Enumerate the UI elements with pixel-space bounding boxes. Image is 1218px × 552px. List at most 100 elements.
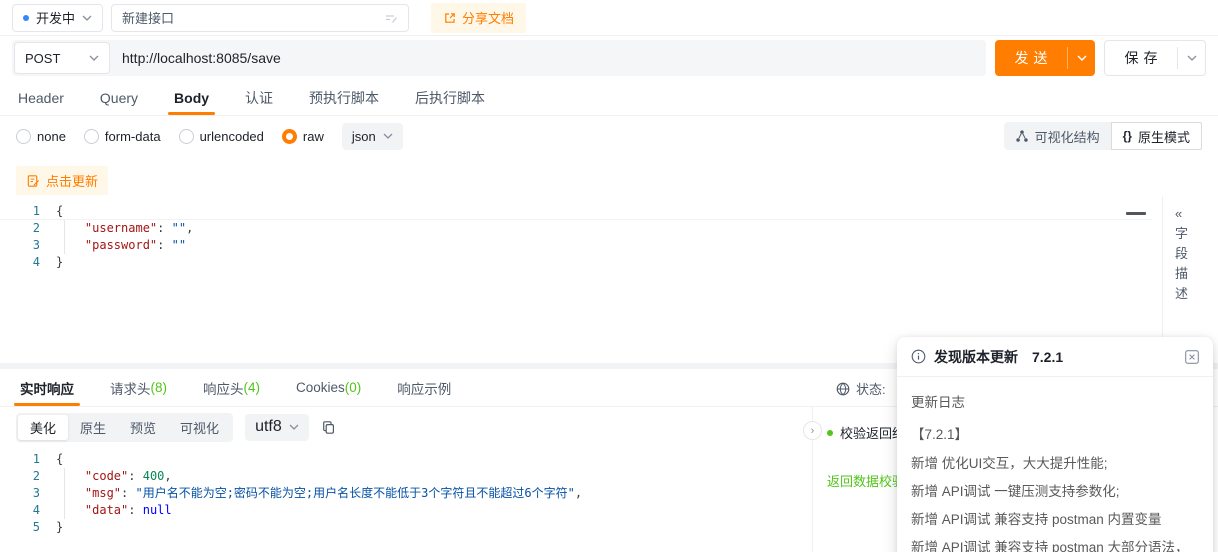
status-label: 状态: bbox=[856, 379, 886, 398]
line-number: 3 bbox=[0, 485, 56, 502]
validation-link[interactable]: 返回数据校验 bbox=[827, 471, 905, 490]
tab-query[interactable]: Query bbox=[100, 80, 138, 115]
changelog-item: 新增 API调试 兼容支持 postman 内置变量 bbox=[911, 511, 1199, 529]
encoding-select[interactable]: utf8 bbox=[245, 414, 309, 441]
tab-pre-script[interactable]: 预执行脚本 bbox=[309, 80, 379, 115]
click-update-button[interactable]: 点击更新 bbox=[16, 166, 108, 195]
http-method-select[interactable]: POST bbox=[14, 42, 110, 74]
status-dot-icon bbox=[23, 15, 29, 21]
click-update-label: 点击更新 bbox=[46, 171, 98, 190]
collapse-panel-button[interactable]: › bbox=[803, 421, 822, 440]
tab-response-headers[interactable]: 响应头(4) bbox=[203, 369, 260, 406]
code-line: 2 "username": "", bbox=[0, 220, 1152, 237]
request-bar: POST http://localhost:8085/save 发送 保存 bbox=[0, 36, 1218, 80]
update-row: 点击更新 bbox=[0, 156, 1218, 197]
share-doc-button[interactable]: 分享文档 bbox=[431, 3, 526, 33]
tree-structure-icon bbox=[1015, 129, 1029, 143]
tab-count: (0) bbox=[345, 380, 362, 395]
tab-count: (4) bbox=[244, 380, 261, 395]
tab-label: Cookies bbox=[296, 380, 345, 395]
tab-realtime-response[interactable]: 实时响应 bbox=[20, 369, 74, 406]
share-icon bbox=[443, 11, 457, 25]
tab-header[interactable]: Header bbox=[18, 80, 64, 115]
chevron-down-icon bbox=[89, 55, 99, 61]
response-status: 状态: bbox=[836, 379, 886, 398]
changelog-item: 新增 API调试 兼容支持 postman 大部分语法， bbox=[911, 539, 1199, 552]
rename-edit-icon[interactable] bbox=[384, 11, 398, 25]
radio-raw-label: raw bbox=[303, 129, 324, 144]
radio-urlencoded[interactable]: urlencoded bbox=[179, 129, 264, 144]
field-panel-title-char: 段 bbox=[1175, 244, 1218, 264]
send-dropdown-toggle[interactable] bbox=[1068, 40, 1095, 76]
radio-raw[interactable]: raw bbox=[282, 129, 324, 144]
segment-raw[interactable]: 原生 bbox=[68, 415, 118, 440]
line-number: 3 bbox=[0, 237, 56, 254]
field-panel-title-char: 描 bbox=[1175, 264, 1218, 284]
editor-scrollbar[interactable] bbox=[1126, 212, 1146, 215]
tab-label: 响应示例 bbox=[397, 378, 451, 398]
body-type-options: none form-data urlencoded raw json 可视化结构… bbox=[0, 116, 1218, 156]
field-description-panel: « 字 段 描 述 bbox=[1162, 196, 1218, 360]
save-button[interactable]: 保存 bbox=[1104, 40, 1206, 76]
line-number: 1 bbox=[0, 451, 56, 468]
radio-form-data[interactable]: form-data bbox=[84, 129, 161, 144]
send-button[interactable]: 发送 bbox=[995, 40, 1095, 76]
radio-selected-icon bbox=[282, 129, 297, 144]
segment-visualize[interactable]: 可视化 bbox=[168, 415, 231, 440]
chevron-down-icon bbox=[1077, 55, 1087, 61]
copy-response-button[interactable] bbox=[321, 420, 336, 435]
content-type-value: json bbox=[352, 129, 376, 144]
globe-icon bbox=[836, 382, 850, 396]
tab-request-headers[interactable]: 请求头(8) bbox=[110, 369, 167, 406]
line-number: 1 bbox=[0, 203, 56, 219]
close-icon bbox=[1185, 350, 1199, 364]
visual-structure-button[interactable]: 可视化结构 bbox=[1004, 122, 1111, 150]
tab-post-script[interactable]: 后执行脚本 bbox=[415, 80, 485, 115]
tab-cookies[interactable]: Cookies(0) bbox=[296, 369, 361, 406]
encoding-value: utf8 bbox=[255, 418, 282, 436]
popup-title: 发现版本更新 bbox=[934, 347, 1018, 367]
api-title-input[interactable]: 新建接口 bbox=[111, 4, 409, 32]
request-url-input[interactable]: http://localhost:8085/save bbox=[110, 50, 984, 66]
tab-auth[interactable]: 认证 bbox=[245, 80, 273, 115]
radio-urlencoded-label: urlencoded bbox=[200, 129, 264, 144]
chevron-down-icon bbox=[1187, 55, 1197, 61]
indent-guide bbox=[64, 468, 65, 519]
expand-panel-icon[interactable]: « bbox=[1175, 204, 1218, 224]
field-panel-title-char: 述 bbox=[1175, 284, 1218, 304]
request-tabs: Header Query Body 认证 预执行脚本 后执行脚本 bbox=[0, 80, 1218, 116]
save-dropdown-toggle[interactable] bbox=[1178, 41, 1205, 75]
api-debug-app: 开发中 新建接口 分享文档 POST http://localhost:8085… bbox=[0, 0, 1218, 552]
line-number: 5 bbox=[0, 519, 56, 536]
tab-response-example[interactable]: 响应示例 bbox=[397, 369, 451, 406]
code-line: 1{ bbox=[0, 203, 1152, 220]
line-number: 2 bbox=[0, 220, 56, 237]
close-popup-button[interactable] bbox=[1185, 350, 1199, 364]
field-panel-title-char: 字 bbox=[1175, 224, 1218, 244]
version-update-popup: 发现版本更新 7.2.1 更新日志 【7.2.1】 新增 优化UI交互，大大提升… bbox=[897, 337, 1213, 552]
validation-status-label: 校验返回结 bbox=[840, 423, 905, 442]
response-view-switch: 美化 原生 预览 可视化 bbox=[16, 413, 233, 442]
tab-body[interactable]: Body bbox=[174, 80, 209, 115]
api-status-select[interactable]: 开发中 bbox=[12, 4, 103, 32]
share-doc-label: 分享文档 bbox=[462, 8, 514, 27]
line-number: 4 bbox=[0, 502, 56, 519]
chevron-down-icon bbox=[383, 133, 393, 139]
content-type-select[interactable]: json bbox=[342, 123, 403, 150]
api-title-value: 新建接口 bbox=[122, 8, 384, 27]
popup-version: 7.2.1 bbox=[1032, 349, 1063, 365]
url-bar: POST http://localhost:8085/save bbox=[12, 40, 986, 76]
raw-mode-button[interactable]: {} 原生模式 bbox=[1111, 122, 1202, 150]
editor-mode-switch: 可视化结构 {} 原生模式 bbox=[1004, 122, 1202, 150]
top-bar: 开发中 新建接口 分享文档 bbox=[0, 0, 1218, 36]
line-number: 4 bbox=[0, 254, 56, 271]
validation-status-row: 校验返回结 bbox=[827, 423, 905, 442]
segment-preview[interactable]: 预览 bbox=[118, 415, 168, 440]
changelog-item: 新增 优化UI交互，大大提升性能; bbox=[911, 455, 1199, 473]
changelog-version-tag: 【7.2.1】 bbox=[911, 423, 1199, 443]
popup-body: 更新日志 【7.2.1】 新增 优化UI交互，大大提升性能; 新增 API调试 … bbox=[897, 377, 1213, 552]
tab-count: (8) bbox=[151, 380, 168, 395]
save-label: 保存 bbox=[1105, 41, 1177, 75]
segment-beautify[interactable]: 美化 bbox=[18, 415, 68, 440]
radio-none[interactable]: none bbox=[16, 129, 66, 144]
